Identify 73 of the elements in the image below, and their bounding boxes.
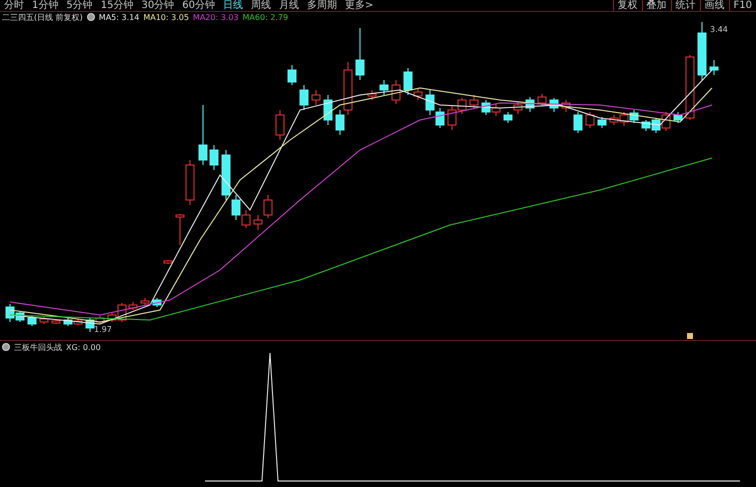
candlestick (242, 210, 250, 228)
low-price-label: 1.97 (94, 325, 112, 334)
candlestick (514, 102, 522, 114)
candlestick (176, 214, 184, 246)
candlestick (186, 160, 194, 206)
candlestick (662, 112, 670, 132)
candlestick (698, 22, 706, 80)
settings-icon[interactable] (86, 13, 95, 21)
candlestick (674, 112, 682, 124)
candlestick (128, 302, 138, 310)
period-tab[interactable]: 更多> (340, 0, 378, 11)
candlestick (652, 118, 660, 134)
period-tab[interactable]: 日线 (218, 0, 247, 11)
settings-icon[interactable] (2, 343, 10, 351)
moving-average-value: MA20: 3.03 (192, 12, 239, 22)
candlestick (380, 80, 388, 96)
period-tab[interactable]: 周线 (246, 0, 275, 11)
candlestick (164, 260, 172, 264)
candlestick (324, 94, 332, 126)
moving-average-value: MA60: 2.79 (242, 12, 288, 22)
candlestick (426, 90, 434, 116)
toolbar-button[interactable]: 画线 (700, 0, 729, 11)
candlestick (586, 112, 594, 128)
period-tab[interactable]: 月线 (274, 0, 303, 11)
candlestick (620, 112, 628, 126)
candlestick (686, 54, 694, 120)
high-price-label: 3.44 (710, 25, 728, 34)
period-tab[interactable]: 30分钟 (137, 0, 178, 11)
candlestick (526, 96, 534, 112)
candlestick (538, 94, 546, 106)
toolbar-button[interactable]: F10 (728, 0, 756, 11)
moving-average-value: MA5: 3.14 (98, 12, 140, 22)
candlestick (198, 104, 208, 166)
period-tab[interactable]: 5分钟 (62, 0, 97, 11)
candlestick (312, 90, 320, 106)
candlestick (300, 84, 308, 110)
candlestick (610, 114, 618, 126)
toolbar-button[interactable]: 复权 (612, 0, 642, 11)
candlestick (630, 110, 638, 124)
candlestick (504, 112, 512, 124)
candlestick (152, 298, 162, 308)
candlestick (482, 100, 490, 116)
candlestick (492, 104, 500, 116)
candlestick (710, 60, 718, 76)
toolbar-button[interactable]: 叠加 (642, 0, 671, 11)
candlestick (470, 94, 478, 108)
candlestick (392, 80, 400, 104)
indicator-value: XG: 0.00 (66, 342, 101, 352)
candlestick (28, 316, 36, 326)
candlestick (368, 90, 376, 100)
candlestick (140, 298, 150, 306)
indicator-title: 三板牛回头战 (14, 342, 62, 352)
candlestick (276, 110, 284, 140)
period-tab[interactable]: 多周期 (302, 0, 341, 11)
period-tab[interactable]: 15分钟 (96, 0, 138, 11)
candlestick (40, 316, 48, 324)
candlestick (598, 116, 606, 128)
candlestick (436, 108, 444, 128)
candlestick (64, 318, 72, 326)
candlestick (288, 64, 296, 86)
moving-average-value: MA10: 3.05 (143, 12, 189, 22)
candlestick (642, 120, 650, 132)
chart-title: 二三四五(日线 前复权) (2, 12, 83, 22)
period-tab[interactable]: 60分钟 (178, 0, 219, 11)
candlestick (52, 320, 60, 324)
candlestick (550, 98, 558, 112)
candlestick (210, 144, 218, 170)
marker-icon (687, 333, 693, 339)
period-tab[interactable]: 1分钟 (28, 0, 62, 11)
period-tab[interactable]: 分时 (0, 0, 28, 11)
candlestick (574, 112, 582, 134)
candlestick (356, 28, 364, 80)
candlestick (562, 100, 570, 112)
